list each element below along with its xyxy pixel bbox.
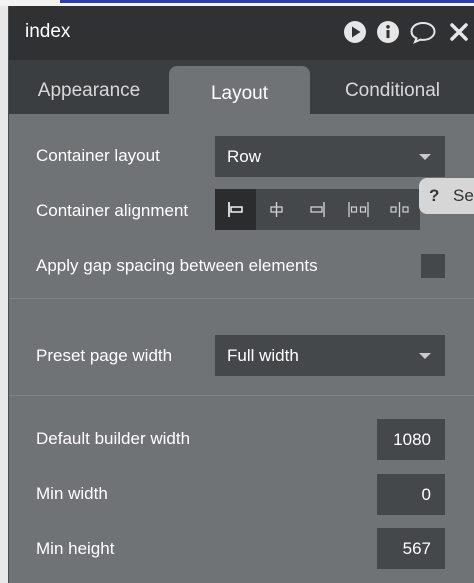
min-width-input[interactable]: 0 bbox=[377, 474, 445, 515]
play-icon[interactable] bbox=[343, 20, 367, 44]
align-center-icon bbox=[270, 202, 283, 217]
gap-spacing-checkbox[interactable] bbox=[421, 254, 445, 278]
container-alignment-label: Container alignment bbox=[36, 201, 189, 220]
container-layout-value: Row bbox=[227, 147, 262, 166]
close-icon[interactable] bbox=[447, 20, 471, 44]
tab-layout-label: Layout bbox=[210, 83, 269, 104]
tab-bar: Appearance Layout Conditional bbox=[9, 60, 474, 114]
gap-spacing-label: Apply gap spacing between elements bbox=[36, 256, 318, 275]
container-layout-label: Container layout bbox=[36, 146, 160, 165]
container-layout-dropdown[interactable]: Row bbox=[215, 136, 445, 177]
space-around-icon bbox=[390, 202, 409, 217]
align-center-button[interactable] bbox=[256, 189, 297, 230]
help-tooltip-text: Se bbox=[453, 186, 474, 205]
align-right-button[interactable] bbox=[297, 189, 338, 230]
align-left-button[interactable] bbox=[215, 189, 256, 230]
help-tooltip-tab[interactable]: ? Se bbox=[419, 178, 474, 214]
panel-title: index bbox=[25, 21, 71, 42]
chevron-down-icon bbox=[419, 154, 431, 160]
property-editor-panel: index Appearance Layout Conditional Cont… bbox=[8, 6, 474, 583]
space-between-icon bbox=[348, 202, 369, 217]
tab-layout[interactable]: Layout bbox=[169, 66, 310, 114]
section-divider bbox=[9, 298, 474, 299]
info-icon[interactable] bbox=[376, 20, 400, 44]
space-between-button[interactable] bbox=[338, 189, 379, 230]
chevron-down-icon bbox=[419, 353, 431, 359]
tab-appearance-label: Appearance bbox=[37, 80, 141, 101]
default-builder-width-input[interactable]: 1080 bbox=[377, 419, 445, 460]
tab-conditional[interactable]: Conditional bbox=[310, 60, 474, 114]
section-divider bbox=[9, 395, 474, 396]
preset-page-width-value: Full width bbox=[227, 346, 299, 365]
min-height-input[interactable]: 567 bbox=[377, 528, 445, 569]
preset-page-width-dropdown[interactable]: Full width bbox=[215, 335, 445, 376]
question-icon: ? bbox=[429, 186, 440, 205]
space-around-button[interactable] bbox=[379, 189, 420, 230]
background-accent bbox=[60, 0, 474, 3]
tab-conditional-label: Conditional bbox=[344, 80, 441, 101]
min-width-label: Min width bbox=[36, 484, 108, 503]
container-alignment-group bbox=[215, 189, 420, 230]
tab-appearance[interactable]: Appearance bbox=[9, 60, 169, 114]
align-right-icon bbox=[310, 202, 325, 217]
panel-titlebar[interactable]: index bbox=[9, 6, 474, 60]
comment-icon[interactable] bbox=[409, 20, 437, 44]
min-height-label: Min height bbox=[36, 539, 115, 558]
default-builder-width-label: Default builder width bbox=[36, 429, 191, 448]
align-left-icon bbox=[228, 202, 243, 217]
preset-page-width-label: Preset page width bbox=[36, 346, 173, 365]
